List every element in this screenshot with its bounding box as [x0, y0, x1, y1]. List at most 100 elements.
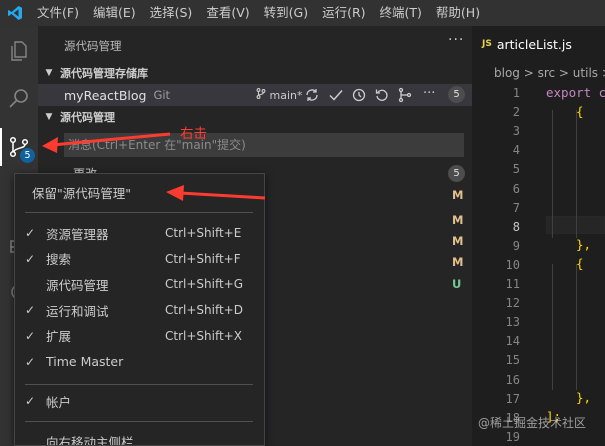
line-number: 17: [505, 391, 520, 406]
repository-name: myReactBlog: [64, 87, 147, 103]
source-control-badge: 5: [20, 148, 35, 163]
checkmark-icon: ✓: [25, 226, 36, 240]
file-status-untracked: U: [452, 277, 462, 291]
graph-icon[interactable]: [397, 87, 413, 103]
code-line-17: },: [576, 390, 592, 405]
checkmark-icon: ✓: [25, 303, 36, 318]
view-toggle-item[interactable]: ✓ 搜索 Ctrl+Shift+F: [15, 247, 264, 271]
move-sidebar-label: 向右移动主侧栏: [46, 434, 134, 446]
view-toggle-label: 运行和调试: [46, 303, 109, 319]
keyboard-shortcut: Ctrl+Shift+D: [165, 303, 243, 318]
code-editor[interactable]: 1 2 3 4 5 6 7 8 9 10 11 12 13 14 15 16 17 18 19 export c {…: [472, 84, 605, 446]
line-number: 5: [512, 162, 520, 177]
search-icon[interactable]: [0, 80, 38, 118]
view-toggle-label: 搜索: [46, 252, 72, 268]
keyboard-shortcut: Ctrl+Shift+F: [165, 251, 241, 266]
commit-check-icon[interactable]: [328, 87, 344, 103]
repository-provider: Git: [153, 88, 171, 102]
activity-bar-context-menu: 保留"源代码管理" ✓ 资源管理器 Ctrl+Shift+E ✓ 搜索 Ctrl+Shif…: [14, 173, 265, 446]
tab-label: articleList.js: [496, 36, 572, 52]
menu-terminal[interactable]: 终端(T): [373, 0, 429, 26]
line-number: 4: [512, 143, 520, 158]
javascript-file-icon: JS: [482, 39, 492, 49]
chevron-down-icon: ▼: [45, 112, 53, 122]
repository-row[interactable]: myReactBlog Git main* ··· 5: [38, 84, 472, 106]
menu-separator: [25, 212, 253, 213]
line-number: 6: [512, 181, 520, 196]
view-toggle-item[interactable]: ✓ 运行和调试 Ctrl+Shift+D: [15, 298, 264, 322]
indent-guide: [552, 110, 553, 238]
accounts-label: 帐户: [46, 394, 72, 410]
line-number: 12: [505, 296, 520, 311]
line-number: 7: [512, 200, 520, 215]
line-number: 1: [512, 86, 520, 100]
more-actions-icon[interactable]: ···: [448, 32, 464, 48]
view-toggle-label: 源代码管理: [46, 277, 109, 293]
code-line-10: {: [576, 256, 584, 271]
keep-source-control-label: 保留"源代码管理": [32, 185, 131, 201]
source-control-section-header[interactable]: ▼ 源代码管理: [38, 107, 472, 127]
menu-view[interactable]: 查看(V): [199, 0, 256, 26]
menu-run[interactable]: 运行(R): [315, 0, 372, 26]
chevron-down-icon: ▼: [45, 68, 53, 78]
menu-go[interactable]: 转到(G): [257, 0, 315, 26]
file-status-modified: M: [452, 255, 464, 269]
branch-name: main*: [269, 89, 303, 102]
file-status-modified: M: [452, 213, 464, 227]
line-number: 2: [512, 105, 520, 120]
repository-change-count: 5: [448, 86, 465, 103]
indent-guide: [552, 264, 553, 390]
keyboard-shortcut: Ctrl+Shift+E: [165, 226, 242, 240]
line-number: 19: [505, 429, 520, 444]
watermark: @稀土掘金技术社区: [478, 416, 587, 430]
menu-selection[interactable]: 选择(S): [143, 0, 200, 26]
keep-source-control-item[interactable]: 保留"源代码管理": [15, 180, 264, 204]
right-click-annotation: 右击: [180, 126, 207, 142]
view-toggle-label: 资源管理器: [46, 226, 109, 242]
line-number: 16: [505, 372, 520, 387]
branch-indicator[interactable]: main*: [256, 88, 302, 102]
view-toggle-item[interactable]: ✓ 资源管理器 Ctrl+Shift+E: [15, 221, 264, 245]
move-sidebar-right-item[interactable]: 向右移动主侧栏: [15, 429, 264, 446]
menu-file[interactable]: 文件(F): [30, 0, 86, 26]
code-line-2: {: [576, 104, 584, 119]
code-line-9: },: [576, 237, 592, 252]
history-icon[interactable]: [351, 87, 367, 103]
menu-separator: [25, 384, 253, 385]
menu-edit[interactable]: 编辑(E): [86, 0, 143, 26]
menu-help[interactable]: 帮助(H): [429, 0, 487, 26]
source-control-section-title: 源代码管理: [60, 111, 115, 124]
sync-icon[interactable]: [304, 87, 320, 103]
accounts-item[interactable]: ✓ 帐户: [15, 389, 264, 413]
view-toggle-item[interactable]: ✓ 扩展 Ctrl+Shift+X: [15, 324, 264, 348]
checkmark-icon: ✓: [25, 251, 36, 266]
line-number: 15: [505, 353, 520, 368]
explorer-icon[interactable]: [0, 32, 38, 70]
indent-guide: [576, 264, 577, 390]
repositories-section-header[interactable]: ▼ 源代码管理存储库: [38, 63, 472, 83]
view-toggle-item[interactable]: ✓ Time Master: [15, 350, 264, 374]
indent-guide: [576, 110, 577, 238]
file-status-modified: M: [452, 188, 464, 202]
file-status-modified: M: [452, 234, 464, 248]
vscode-logo-icon[interactable]: [0, 0, 30, 26]
tab-article-list[interactable]: JS articleList.js: [472, 26, 605, 62]
breadcrumb[interactable]: blog > src > utils >: [494, 66, 605, 80]
checkmark-icon: ✓: [25, 354, 36, 369]
code-line-1: export c: [546, 85, 605, 100]
sidebar-title: 源代码管理: [64, 39, 122, 53]
line-number: 11: [505, 277, 520, 291]
commit-message-input[interactable]: 消息(Ctrl+Enter 在"main"提交): [64, 133, 464, 157]
line-number: 14: [505, 334, 520, 349]
keyboard-shortcut: Ctrl+Shift+X: [165, 328, 242, 343]
checkmark-icon: ✓: [25, 328, 36, 343]
line-number: 8: [512, 219, 520, 234]
repositories-section-title: 源代码管理存储库: [60, 67, 148, 80]
view-toggle-label: Time Master: [46, 354, 124, 369]
repo-more-icon[interactable]: ···: [423, 86, 435, 101]
line-number: 3: [512, 124, 520, 139]
view-toggle-item[interactable]: 源代码管理 Ctrl+Shift+G: [15, 272, 264, 296]
changes-count-badge: 5: [448, 165, 465, 182]
refresh-icon[interactable]: [374, 87, 390, 103]
menu-separator: [25, 421, 253, 422]
